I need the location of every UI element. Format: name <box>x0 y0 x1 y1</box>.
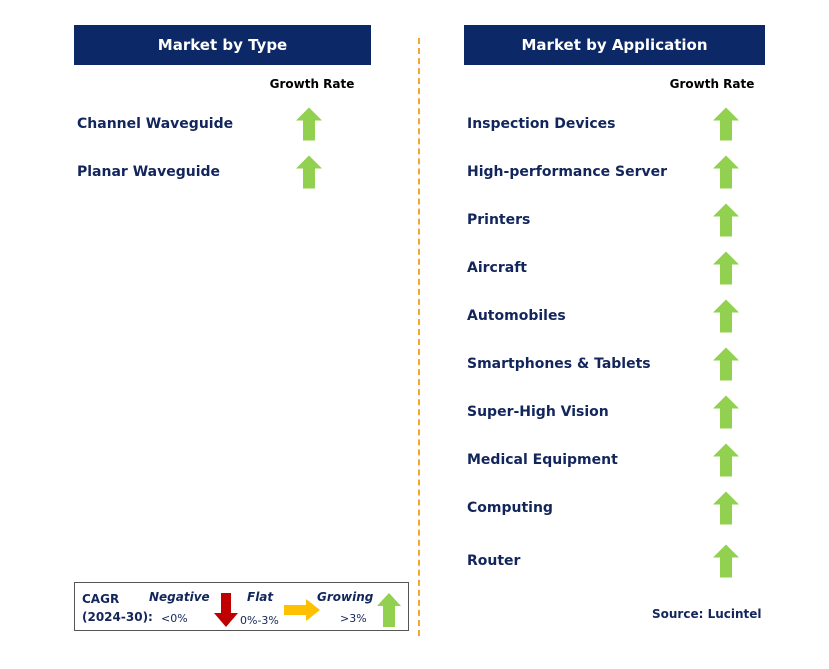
infographic: Market by Type Market by Application Gro… <box>0 0 829 669</box>
growth-up-arrow-icon <box>296 155 322 189</box>
legend-growing-range: >3% <box>340 612 367 625</box>
growth-up-arrow-icon <box>296 107 322 141</box>
list-item-label: High-performance Server <box>467 164 668 180</box>
growth-up-arrow-icon <box>713 203 739 237</box>
legend-negative-range: <0% <box>161 612 188 625</box>
list-item-label: Computing <box>467 500 553 516</box>
down-arrow-icon <box>214 593 238 627</box>
divider <box>418 38 420 636</box>
growth-up-arrow-icon <box>713 443 739 477</box>
legend-cagr: CAGR <box>82 592 120 606</box>
application-header: Market by Application <box>464 25 765 65</box>
list-item-label: Super-High Vision <box>467 404 609 420</box>
list-item-label: Planar Waveguide <box>77 164 221 180</box>
type-growth-rate-label: Growth Rate <box>269 77 355 91</box>
legend: CAGR (2024-30): Negative <0% Flat 0%-3% … <box>74 582 409 631</box>
up-arrow-icon <box>377 593 401 627</box>
growth-up-arrow-icon <box>713 107 739 141</box>
list-item-label: Automobiles <box>467 308 566 324</box>
list-item-label: Printers <box>467 212 531 228</box>
legend-flat-range: 0%-3% <box>240 614 279 627</box>
growth-up-arrow-icon <box>713 544 739 578</box>
list-item-label: Medical Equipment <box>467 452 618 468</box>
growth-up-arrow-icon <box>713 347 739 381</box>
growth-up-arrow-icon <box>713 299 739 333</box>
legend-growing: Growing <box>317 590 374 604</box>
type-header: Market by Type <box>74 25 371 65</box>
source: Source: Lucintel <box>652 607 762 621</box>
list-item-label: Aircraft <box>467 260 527 276</box>
application-growth-rate-label: Growth Rate <box>669 77 755 91</box>
growth-up-arrow-icon <box>713 155 739 189</box>
growth-up-arrow-icon <box>713 395 739 429</box>
legend-period: (2024-30): <box>82 610 153 624</box>
list-item-label: Smartphones & Tablets <box>467 356 651 372</box>
right-arrow-icon <box>284 599 320 621</box>
growth-up-arrow-icon <box>713 491 739 525</box>
growth-up-arrow-icon <box>713 251 739 285</box>
list-item-label: Channel Waveguide <box>77 116 234 132</box>
legend-flat: Flat <box>247 590 274 604</box>
legend-negative: Negative <box>149 590 210 604</box>
list-item-label: Inspection Devices <box>467 116 616 132</box>
list-item-label: Router <box>467 553 521 569</box>
